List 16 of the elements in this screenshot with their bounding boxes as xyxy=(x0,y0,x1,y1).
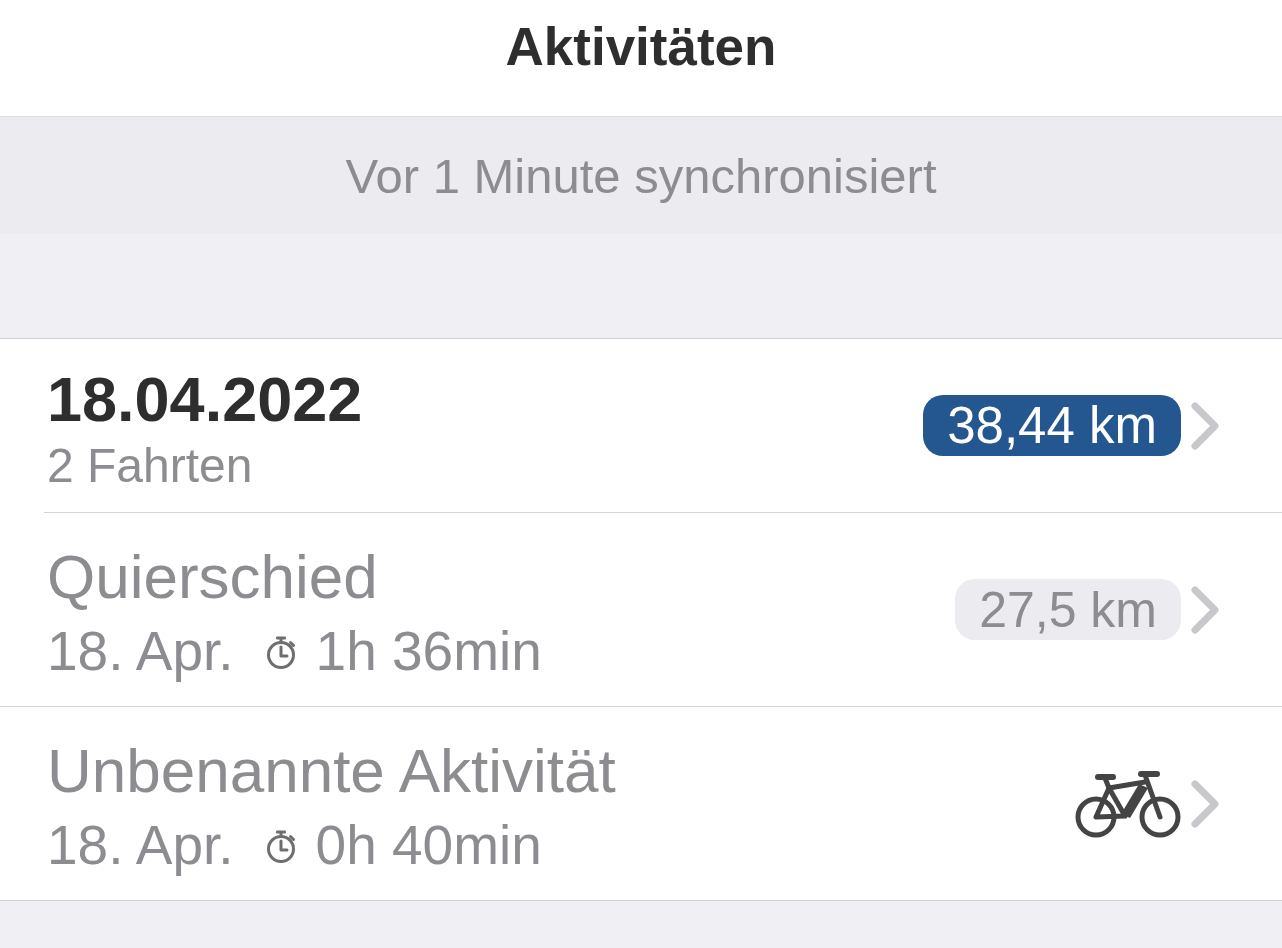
bicycle-icon xyxy=(1075,769,1181,838)
distance-badge: 27,5 km xyxy=(955,579,1181,640)
activity-duration: 1h 36min xyxy=(315,619,542,683)
activity-date: 18. Apr. xyxy=(47,813,234,877)
activity-duration: 0h 40min xyxy=(315,813,542,877)
sync-status: Vor 1 Minute synchronisiert xyxy=(345,147,937,205)
chevron-icon xyxy=(1190,778,1220,829)
chevron-icon xyxy=(1190,584,1220,635)
screen-title: Aktivitäten xyxy=(505,16,777,78)
ride-count: 2 Fahrten xyxy=(47,438,254,494)
activity-title: Quierschied xyxy=(47,542,379,612)
chevron-icon xyxy=(1190,400,1220,451)
day-date: 18.04.2022 xyxy=(47,363,363,435)
distance-badge: 38,44 km xyxy=(923,395,1181,456)
activity-title: Unbenannte Aktivität xyxy=(47,736,616,806)
activity-date: 18. Apr. xyxy=(47,619,234,683)
